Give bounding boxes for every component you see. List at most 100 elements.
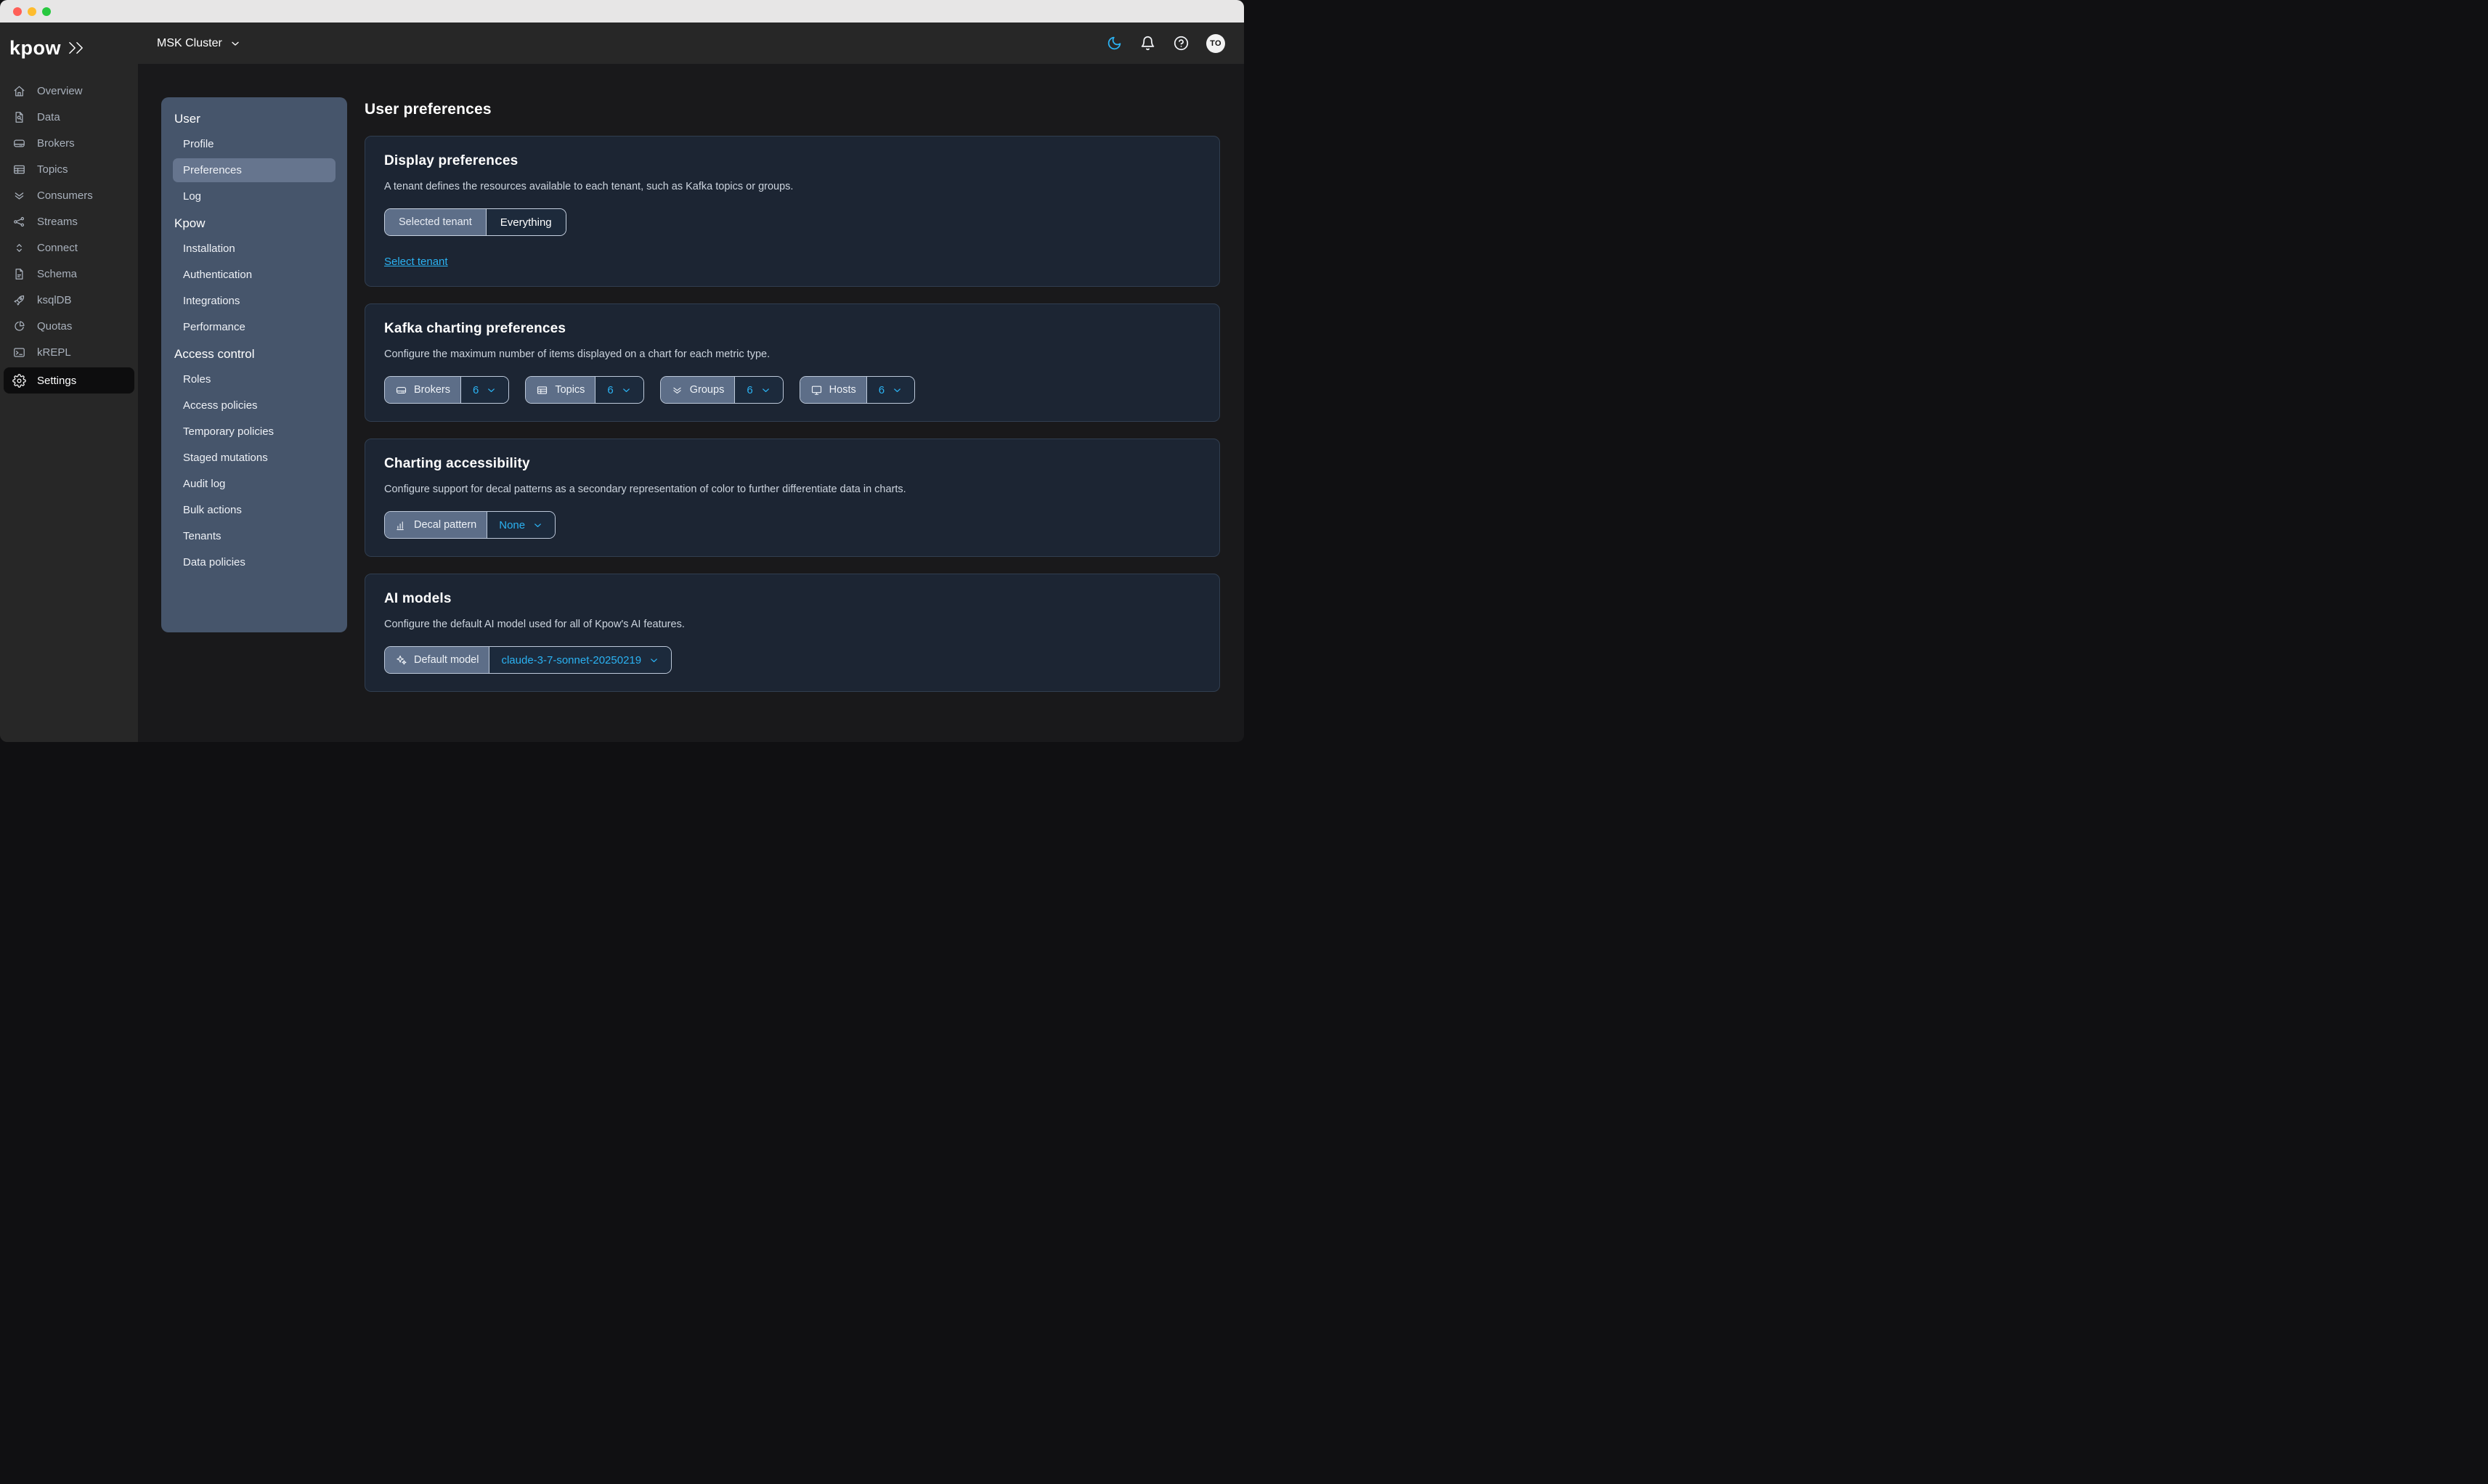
monitor-icon xyxy=(810,384,823,396)
sidebar-item-streams[interactable]: Streams xyxy=(4,211,134,232)
settings-nav-authentication[interactable]: Authentication xyxy=(173,263,336,287)
settings-nav-staged-mutations[interactable]: Staged mutations xyxy=(173,446,336,470)
settings-nav-log[interactable]: Log xyxy=(173,184,336,208)
card-title: Display preferences xyxy=(384,153,1200,169)
cluster-selector[interactable]: MSK Cluster xyxy=(157,37,241,50)
settings-nav-performance[interactable]: Performance xyxy=(173,315,336,339)
decal-pattern-dropdown[interactable]: None xyxy=(487,512,555,538)
default-model-dropdown[interactable]: claude-3-7-sonnet-20250219 xyxy=(489,647,671,673)
chevrons-down-icon xyxy=(671,384,683,396)
sidebar-item-label: Connect xyxy=(37,242,78,254)
server-icon xyxy=(395,384,407,396)
brokers-max-dropdown[interactable]: 6 xyxy=(460,377,508,403)
zoom-button[interactable] xyxy=(42,7,51,16)
chevron-down-icon xyxy=(760,385,771,396)
selector-value: 6 xyxy=(879,384,885,396)
sidebar-item-label: Topics xyxy=(37,163,68,176)
toggle-option-selected-tenant[interactable]: Selected tenant xyxy=(385,209,486,235)
settings-section-access-control: Access control xyxy=(173,343,336,365)
selector-label: Groups xyxy=(690,384,725,396)
settings-section-kpow: Kpow xyxy=(173,213,336,235)
sidebar: kpow Overview Data Brokers xyxy=(0,23,138,742)
settings-nav-profile[interactable]: Profile xyxy=(173,132,336,156)
rocket-icon xyxy=(12,293,26,307)
groups-label: Groups xyxy=(661,377,735,403)
settings-nav-temporary-policies[interactable]: Temporary policies xyxy=(173,420,336,444)
settings-nav-preferences[interactable]: Preferences xyxy=(173,158,336,182)
hosts-label: Hosts xyxy=(800,377,866,403)
display-preferences-card: Display preferences A tenant defines the… xyxy=(365,136,1220,287)
settings-nav-tenants[interactable]: Tenants xyxy=(173,524,336,548)
double-chevron-icon xyxy=(68,41,85,55)
brokers-chart-max-selector: Brokers 6 xyxy=(384,376,509,404)
brokers-label: Brokers xyxy=(385,377,460,403)
settings-nav-installation[interactable]: Installation xyxy=(173,237,336,261)
moon-icon[interactable] xyxy=(1106,36,1122,52)
settings-nav-audit-log[interactable]: Audit log xyxy=(173,472,336,496)
sidebar-item-ksqldb[interactable]: ksqlDB xyxy=(4,289,134,311)
selector-label: Decal pattern xyxy=(414,519,476,531)
sidebar-item-connect[interactable]: Connect xyxy=(4,237,134,258)
avatar[interactable]: TO xyxy=(1206,34,1225,53)
card-description: A tenant defines the resources available… xyxy=(384,181,1200,192)
decal-pattern-selector: Decal pattern None xyxy=(384,511,556,539)
sidebar-item-overview[interactable]: Overview xyxy=(4,80,134,102)
selector-label: Brokers xyxy=(414,384,450,396)
settings-nav-integrations[interactable]: Integrations xyxy=(173,289,336,313)
topics-label: Topics xyxy=(526,377,595,403)
selector-value: 6 xyxy=(607,384,613,396)
hosts-max-dropdown[interactable]: 6 xyxy=(866,377,914,403)
hosts-chart-max-selector: Hosts 6 xyxy=(800,376,915,404)
toggle-option-everything[interactable]: Everything xyxy=(486,209,566,235)
close-button[interactable] xyxy=(13,7,22,16)
charting-accessibility-card: Charting accessibility Configure support… xyxy=(365,439,1220,557)
table-icon xyxy=(12,163,26,176)
default-model-label: Default model xyxy=(385,647,489,673)
topics-max-dropdown[interactable]: 6 xyxy=(595,377,643,403)
sidebar-item-krepl[interactable]: kREPL xyxy=(4,341,134,363)
settings-nav-access-policies[interactable]: Access policies xyxy=(173,394,336,417)
select-tenant-link[interactable]: Select tenant xyxy=(384,256,448,268)
chevron-down-icon xyxy=(532,520,543,531)
settings-nav-data-policies[interactable]: Data policies xyxy=(173,550,336,574)
kpow-logo[interactable]: kpow xyxy=(0,34,138,62)
page-title: User preferences xyxy=(365,101,1220,118)
sidebar-item-quotas[interactable]: Quotas xyxy=(4,315,134,337)
chevron-down-icon xyxy=(621,385,632,396)
table-icon xyxy=(536,384,548,396)
bell-icon[interactable] xyxy=(1139,36,1155,52)
settings-nav-bulk-actions[interactable]: Bulk actions xyxy=(173,498,336,522)
sidebar-item-consumers[interactable]: Consumers xyxy=(4,184,134,206)
sidebar-item-label: ksqlDB xyxy=(37,294,72,306)
selector-value: None xyxy=(499,519,525,531)
sidebar-item-brokers[interactable]: Brokers xyxy=(4,132,134,154)
share-icon xyxy=(12,215,26,229)
groups-chart-max-selector: Groups 6 xyxy=(660,376,784,404)
chevrons-down-icon xyxy=(12,189,26,203)
selector-value: 6 xyxy=(747,384,752,396)
sidebar-item-data[interactable]: Data xyxy=(4,106,134,128)
kpow-logo-text: kpow xyxy=(9,37,61,60)
chevron-down-icon xyxy=(229,38,241,49)
sidebar-nav: Overview Data Brokers Topics Consumers xyxy=(0,78,138,396)
selector-value: claude-3-7-sonnet-20250219 xyxy=(501,654,641,666)
groups-max-dropdown[interactable]: 6 xyxy=(734,377,782,403)
selector-value: 6 xyxy=(473,384,479,396)
card-title: AI models xyxy=(384,591,1200,607)
sidebar-item-label: Data xyxy=(37,111,60,123)
topbar: MSK Cluster TO xyxy=(138,23,1244,64)
gear-icon xyxy=(12,374,26,388)
selector-label: Topics xyxy=(555,384,585,396)
sidebar-item-schema[interactable]: Schema xyxy=(4,263,134,285)
selector-label: Hosts xyxy=(829,384,856,396)
minimize-button[interactable] xyxy=(28,7,36,16)
help-icon[interactable] xyxy=(1173,36,1189,52)
sidebar-item-label: Consumers xyxy=(37,189,93,202)
cluster-selector-label: MSK Cluster xyxy=(157,37,222,50)
sidebar-item-label: Settings xyxy=(37,375,76,387)
file-search-icon xyxy=(12,110,26,124)
content-column: User preferences Display preferences A t… xyxy=(365,97,1220,742)
sidebar-item-settings[interactable]: Settings xyxy=(4,367,134,394)
sidebar-item-topics[interactable]: Topics xyxy=(4,158,134,180)
settings-nav-roles[interactable]: Roles xyxy=(173,367,336,391)
